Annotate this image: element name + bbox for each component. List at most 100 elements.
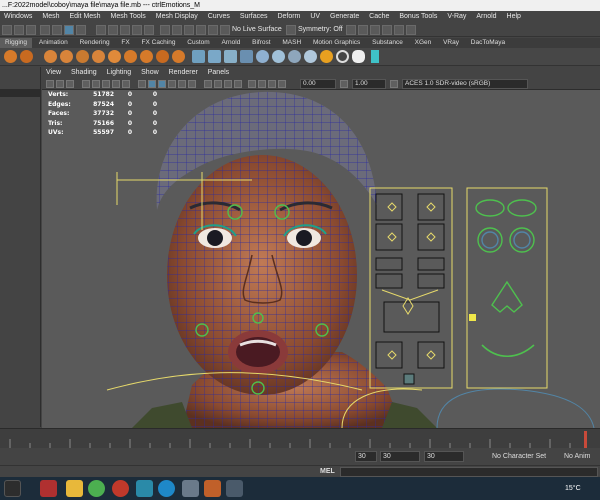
weather-temperature[interactable]: 15°C	[565, 477, 581, 500]
maya-icon[interactable]	[136, 480, 153, 497]
wireframe-on-shaded-icon[interactable]	[158, 80, 166, 88]
shelf-tab-xgen[interactable]: XGen	[410, 38, 437, 48]
snap-view-plane-icon[interactable]	[132, 25, 142, 35]
file-explorer-icon[interactable]	[66, 480, 83, 497]
anti-aliasing-icon[interactable]	[224, 80, 232, 88]
shelf-tab-motion-graphics[interactable]: Motion Graphics	[308, 38, 365, 48]
add-influence-icon[interactable]	[124, 50, 137, 63]
shelf-tab-custom[interactable]: Custom	[182, 38, 214, 48]
arnold-logo-icon[interactable]	[320, 50, 333, 63]
menu-mesh-tools[interactable]: Mesh Tools	[107, 11, 150, 23]
menu-deform[interactable]: Deform	[273, 11, 304, 23]
gamma-field[interactable]: 1.00	[352, 79, 386, 89]
app-icon-film[interactable]	[226, 480, 243, 497]
viewport-3d[interactable]: Verts: 51782 0 0 Edges: 87524 0 0 Faces: 37732 0…	[42, 90, 600, 428]
menu-mesh[interactable]: Mesh	[38, 11, 63, 23]
app-icon-grid[interactable]	[204, 480, 221, 497]
opera-icon[interactable]	[112, 480, 129, 497]
unbind-skin-icon[interactable]	[156, 50, 169, 63]
magnet-icon[interactable]	[220, 25, 230, 35]
textured-icon[interactable]	[168, 80, 176, 88]
xray-icon[interactable]	[258, 80, 266, 88]
smooth-shade-icon[interactable]	[148, 80, 156, 88]
face-mode-icon[interactable]	[76, 25, 86, 35]
bookmark-icon[interactable]	[66, 80, 74, 88]
menu-edit-mesh[interactable]: Edit Mesh	[65, 11, 104, 23]
shelf-tab-fx-caching[interactable]: FX Caching	[137, 38, 181, 48]
object-mode-icon[interactable]	[64, 25, 74, 35]
app-icon-c[interactable]	[158, 480, 175, 497]
menu-surfaces[interactable]: Surfaces	[236, 11, 272, 23]
menu-help[interactable]: Help	[503, 11, 525, 23]
ik-handle-icon[interactable]	[20, 50, 33, 63]
menu-vray[interactable]: V-Ray	[443, 11, 470, 23]
lattice-icon[interactable]	[208, 50, 221, 63]
depth-of-field-icon[interactable]	[234, 80, 242, 88]
photos-icon[interactable]	[182, 480, 199, 497]
aim-constraint-icon[interactable]	[304, 50, 317, 63]
character-face-icon[interactable]	[352, 50, 365, 63]
sidebar-toggle-icon[interactable]	[346, 25, 356, 35]
menu-arnold[interactable]: Arnold	[472, 11, 500, 23]
sidebar-toggle-icon-2[interactable]	[358, 25, 368, 35]
shadows-icon[interactable]	[188, 80, 196, 88]
sidebar-toggle-icon-3[interactable]	[370, 25, 380, 35]
panel-menu-renderer[interactable]: Renderer	[165, 67, 202, 78]
shelf-tab-mash[interactable]: MASH	[277, 38, 306, 48]
wrap-icon[interactable]	[240, 50, 253, 63]
joint-tool-icon[interactable]	[4, 50, 17, 63]
safe-action-icon[interactable]	[122, 80, 130, 88]
panel-menu-shading[interactable]: Shading	[67, 67, 101, 78]
menu-windows[interactable]: Windows	[0, 11, 36, 23]
paint-weights-icon[interactable]	[60, 50, 73, 63]
history-icon[interactable]	[160, 25, 170, 35]
film-gate-icon[interactable]	[102, 80, 110, 88]
edge-mode-icon[interactable]	[52, 25, 62, 35]
go-to-bind-pose-icon[interactable]	[172, 50, 185, 63]
select-tool-icon[interactable]	[2, 25, 12, 35]
sidebar-toggle-icon-6[interactable]	[406, 25, 416, 35]
ipr-render-icon[interactable]	[184, 25, 194, 35]
camera-select-icon[interactable]	[46, 80, 54, 88]
render-icon[interactable]	[172, 25, 182, 35]
shelf-tab-dactomaya[interactable]: DacToMaya	[466, 38, 510, 48]
isolate-select-icon[interactable]	[248, 80, 256, 88]
blend-shape-icon[interactable]	[192, 50, 205, 63]
menu-uv[interactable]: UV	[306, 11, 324, 23]
range-start-field[interactable]: 30	[355, 451, 377, 462]
camera-attributes-icon[interactable]	[56, 80, 64, 88]
ambient-occlusion-icon[interactable]	[204, 80, 212, 88]
copy-weights-icon[interactable]	[92, 50, 105, 63]
menu-generate[interactable]: Generate	[326, 11, 363, 23]
bind-skin-icon[interactable]	[44, 50, 57, 63]
shelf-tab-substance[interactable]: Substance	[367, 38, 408, 48]
grid-icon[interactable]	[92, 80, 100, 88]
hypershade-icon[interactable]	[208, 25, 218, 35]
xray-joints-icon[interactable]	[268, 80, 276, 88]
panel-menu-view[interactable]: View	[42, 67, 65, 78]
motion-blur-icon[interactable]	[214, 80, 222, 88]
panel-menu-panels[interactable]: Panels	[204, 67, 233, 78]
current-frame-field[interactable]: 30	[424, 451, 464, 462]
parent-constraint-icon[interactable]	[256, 50, 269, 63]
menu-curves[interactable]: Curves	[204, 11, 234, 23]
shelf-tab-rigging[interactable]: Rigging	[0, 38, 33, 48]
snap-curve-icon[interactable]	[108, 25, 118, 35]
lights-icon[interactable]	[178, 80, 186, 88]
color-space-select[interactable]: ACES 1.0 SDR-video (sRGB)	[402, 79, 528, 89]
vertex-mode-icon[interactable]	[40, 25, 50, 35]
shelf-tab-fx[interactable]: FX	[116, 38, 134, 48]
symmetry-dropdown[interactable]: Symmetry: Off	[298, 23, 343, 36]
shelf-tab-animation[interactable]: Animation	[34, 38, 73, 48]
light-icon[interactable]	[336, 50, 349, 63]
render-settings-icon[interactable]	[196, 25, 206, 35]
image-plane-icon[interactable]	[82, 80, 90, 88]
shelf-tab-vray[interactable]: VRay	[438, 38, 464, 48]
near-clip-field[interactable]: 0.00	[300, 79, 336, 89]
shelf-tab-rendering[interactable]: Rendering	[75, 38, 115, 48]
mirror-weights-icon[interactable]	[76, 50, 89, 63]
remove-influence-icon[interactable]	[140, 50, 153, 63]
shelf-tab-arnold[interactable]: Arnold	[217, 38, 246, 48]
menu-cache[interactable]: Cache	[365, 11, 393, 23]
mel-input[interactable]	[340, 467, 598, 477]
